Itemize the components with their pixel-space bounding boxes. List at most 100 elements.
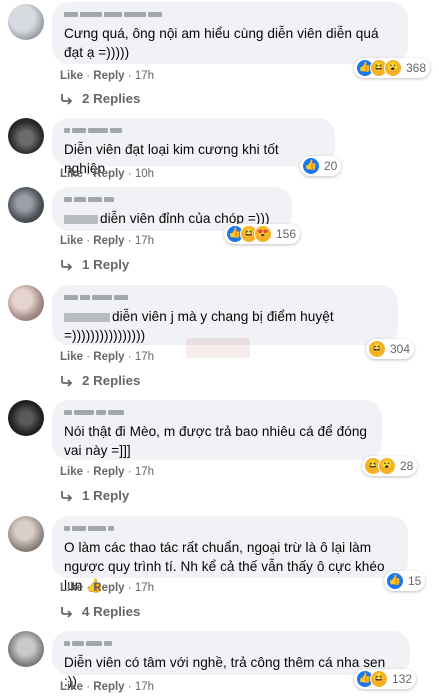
comment-actions: Like · Reply · 17h <box>60 582 154 594</box>
avatar[interactable] <box>8 187 44 223</box>
reaction-count: 28 <box>400 459 414 473</box>
name-tag[interactable] <box>64 312 110 322</box>
reply-link[interactable]: Reply <box>93 168 124 180</box>
view-replies-button[interactable]: 1 Reply <box>60 488 129 503</box>
reaction-summary[interactable]: 😆 304 <box>366 339 415 359</box>
author-name[interactable] <box>64 407 370 418</box>
timestamp[interactable]: 17h <box>135 70 154 82</box>
wow-icon: 😮 <box>384 59 402 77</box>
separator: · <box>86 681 91 693</box>
reply-link[interactable]: Reply <box>93 681 124 693</box>
timestamp[interactable]: 10h <box>135 168 154 180</box>
reply-arrow-icon <box>61 375 73 387</box>
separator: · <box>127 351 132 363</box>
like-link[interactable]: Like <box>60 70 83 82</box>
separator: · <box>127 168 132 180</box>
like-icon: 👍 <box>386 572 404 590</box>
replies-label: 2 Replies <box>82 373 141 388</box>
reply-arrow-icon <box>61 259 73 271</box>
reaction-count: 368 <box>406 61 427 75</box>
like-link[interactable]: Like <box>60 168 83 180</box>
separator: · <box>127 582 132 594</box>
avatar[interactable] <box>8 118 44 154</box>
comment-actions: Like · Reply · 17h <box>60 466 154 478</box>
reply-link[interactable]: Reply <box>93 70 124 82</box>
reaction-summary[interactable]: 😆 😮 28 <box>362 456 418 476</box>
haha-icon: 😆 <box>370 670 388 688</box>
separator: · <box>127 466 132 478</box>
reaction-count: 132 <box>392 672 413 686</box>
reply-arrow-icon <box>61 490 73 502</box>
view-replies-button[interactable]: 2 Replies <box>60 91 140 106</box>
comment-bubble: Cưng quá, ông nội am hiểu cùng diễn viên… <box>52 2 408 64</box>
name-tag[interactable] <box>64 214 98 224</box>
separator: · <box>86 235 91 247</box>
separator: · <box>127 235 132 247</box>
timestamp[interactable]: 17h <box>135 351 154 363</box>
separator: · <box>86 351 91 363</box>
separator: · <box>86 582 91 594</box>
author-name[interactable] <box>64 638 398 649</box>
separator: · <box>86 70 91 82</box>
reaction-count: 304 <box>390 342 411 356</box>
author-name[interactable] <box>64 125 323 136</box>
avatar[interactable] <box>8 285 44 321</box>
replies-label: 2 Replies <box>82 91 141 106</box>
comment-actions: Like · Reply · 17h <box>60 681 154 693</box>
reaction-summary[interactable]: 👍 😆 132 <box>354 669 417 689</box>
comment-actions: Like · Reply · 17h <box>60 351 154 363</box>
reaction-count: 156 <box>276 227 297 241</box>
reply-arrow-icon <box>61 606 73 618</box>
separator: · <box>127 681 132 693</box>
avatar[interactable] <box>8 4 44 40</box>
reply-link[interactable]: Reply <box>93 466 124 478</box>
reaction-summary[interactable]: 👍 15 <box>384 571 426 591</box>
timestamp[interactable]: 17h <box>135 582 154 594</box>
comment-bubble: Diễn viên đạt loại kim cương khi tốt ngh… <box>52 118 335 176</box>
comment-actions: Like · Reply · 10h <box>60 168 154 180</box>
reaction-summary[interactable]: 👍 😆 😍 156 <box>224 224 301 244</box>
timestamp[interactable]: 17h <box>135 681 154 693</box>
reaction-summary[interactable]: 👍 😆 😮 368 <box>354 58 431 78</box>
like-link[interactable]: Like <box>60 681 83 693</box>
comment-bubble: diễn viên j mà y chang bị điểm huyệt =))… <box>52 285 398 345</box>
like-link[interactable]: Like <box>60 235 83 247</box>
avatar[interactable] <box>8 400 44 436</box>
author-name[interactable] <box>64 9 396 20</box>
separator: · <box>86 168 91 180</box>
comment-bubble: O làm các thao tác rất chuẩn, ngoại trừ … <box>52 516 408 593</box>
reaction-summary[interactable]: 👍 20 <box>300 156 342 176</box>
author-name[interactable] <box>64 523 396 534</box>
comment-bubble: Nói thật đi Mèo, m được trả bao nhiêu cá… <box>52 400 382 460</box>
separator: · <box>127 70 132 82</box>
avatar[interactable] <box>8 516 44 552</box>
reply-link[interactable]: Reply <box>93 582 124 594</box>
like-link[interactable]: Like <box>60 466 83 478</box>
comment-actions: Like · Reply · 17h <box>60 235 154 247</box>
reply-link[interactable]: Reply <box>93 235 124 247</box>
like-link[interactable]: Like <box>60 351 83 363</box>
avatar[interactable] <box>8 631 44 667</box>
comment-text: Cưng quá, ông nội am hiểu cùng diễn viên… <box>64 26 379 60</box>
replies-label: 1 Reply <box>82 257 130 272</box>
comment-text: Nói thật đi Mèo, m được trả bao nhiêu cá… <box>64 424 368 458</box>
reaction-count: 20 <box>324 159 338 173</box>
comment-actions: Like · Reply · 17h <box>60 70 154 82</box>
view-replies-button[interactable]: 2 Replies <box>60 373 140 388</box>
wow-icon: 😍 <box>254 225 272 243</box>
comment-bubble: Diễn viên có tâm với nghề, trả công thêm… <box>52 631 410 689</box>
replies-label: 4 Replies <box>82 604 141 619</box>
like-link[interactable]: Like <box>60 582 83 594</box>
haha-icon: 😆 <box>368 340 386 358</box>
replies-label: 1 Reply <box>82 488 130 503</box>
reply-arrow-icon <box>61 93 73 105</box>
timestamp[interactable]: 17h <box>135 235 154 247</box>
view-replies-button[interactable]: 4 Replies <box>60 604 140 619</box>
wow-icon: 😮 <box>378 457 396 475</box>
reply-link[interactable]: Reply <box>93 351 124 363</box>
view-replies-button[interactable]: 1 Reply <box>60 257 129 272</box>
author-name[interactable] <box>64 194 280 205</box>
watermark <box>186 338 250 358</box>
author-name[interactable] <box>64 292 386 303</box>
timestamp[interactable]: 17h <box>135 466 154 478</box>
